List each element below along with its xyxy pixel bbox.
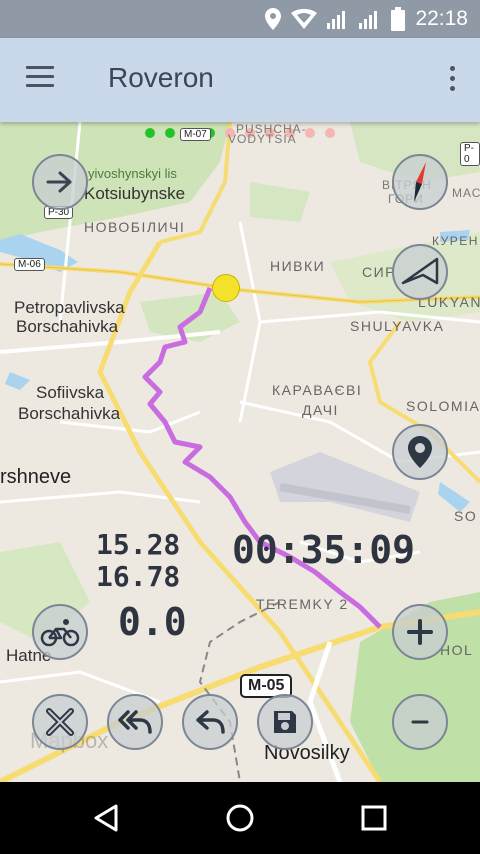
map-label-nyvky: НИВКИ bbox=[270, 258, 326, 274]
distance-readout: 15.28 bbox=[96, 528, 181, 561]
undo-all-button[interactable] bbox=[107, 694, 163, 750]
app-title: Roveron bbox=[108, 62, 214, 93]
home-circle-icon[interactable] bbox=[222, 800, 258, 836]
save-button[interactable] bbox=[257, 694, 313, 750]
map-label-dachi: ДАЧІ bbox=[302, 402, 339, 418]
location-icon bbox=[265, 8, 282, 30]
map-label-petropavlivska: Petropavlivska bbox=[14, 298, 125, 317]
compass-icon bbox=[414, 162, 426, 202]
map-label-novobilychi: НОВОБІЛИЧІ bbox=[84, 219, 186, 235]
clear-track-button[interactable] bbox=[32, 694, 88, 750]
follow-button[interactable] bbox=[32, 154, 88, 210]
road-shield-p0: P-0 bbox=[460, 142, 480, 166]
wifi-icon bbox=[291, 9, 318, 29]
app-bar: Roveron bbox=[0, 38, 480, 122]
map-label-syr: СИР bbox=[362, 264, 397, 280]
map-label-so: SO bbox=[454, 508, 478, 524]
clear-track-icon bbox=[46, 708, 74, 736]
navigate-button[interactable] bbox=[392, 244, 448, 300]
system-navigation-bar bbox=[0, 782, 480, 854]
recents-square-icon[interactable] bbox=[356, 800, 392, 836]
map-label-mas: МАС bbox=[452, 186, 480, 200]
undo-button[interactable] bbox=[182, 694, 238, 750]
hamburger-menu-icon[interactable] bbox=[26, 66, 58, 94]
map-label-shulyavka: SHULYAVKA bbox=[350, 318, 445, 334]
status-bar: 22:18 bbox=[0, 0, 480, 38]
navigation-arrow-icon bbox=[401, 257, 439, 285]
status-time: 22:18 bbox=[415, 7, 468, 30]
speed-readout: 0.0 bbox=[118, 600, 187, 644]
location-pin-icon bbox=[408, 436, 432, 468]
map-label-solomia: SOLOMIA bbox=[406, 398, 480, 414]
map-label-borschahivka-1: Borschahivka bbox=[16, 317, 119, 336]
map-label-teremky: TEREMKY 2 bbox=[256, 596, 349, 612]
arrow-right-icon bbox=[46, 171, 72, 193]
zoom-out-button[interactable] bbox=[392, 694, 448, 750]
road-shield-m07: M-07 bbox=[180, 128, 211, 141]
signal-icon bbox=[327, 11, 346, 29]
bicycle-icon bbox=[40, 619, 80, 647]
map-view[interactable]: PUSHCHA- VODYTSIA yivoshynskyi lis Kotsi… bbox=[0, 122, 480, 782]
zoom-in-button[interactable] bbox=[392, 604, 448, 660]
map-label-sofiivska: Sofiivska bbox=[36, 383, 105, 402]
map-label-vodytsia: VODYTSIA bbox=[228, 132, 297, 146]
more-vert-icon[interactable] bbox=[446, 66, 458, 96]
map-label-kotsiubynske: Kotsiubynske bbox=[84, 184, 186, 203]
map-label-kureni: КУРЕНІ bbox=[432, 234, 480, 248]
minus-icon bbox=[411, 720, 429, 724]
status-icons: 22:18 bbox=[265, 7, 468, 31]
back-triangle-icon[interactable] bbox=[90, 800, 126, 836]
compass-button[interactable] bbox=[392, 154, 448, 210]
activity-type-button[interactable] bbox=[32, 604, 88, 660]
save-icon bbox=[274, 711, 296, 733]
map-label-lis: yivoshynskyi lis bbox=[88, 166, 177, 181]
plus-icon bbox=[407, 619, 433, 645]
distance-readout-2: 16.78 bbox=[96, 560, 181, 593]
map-label-karavaevi: КАРАВАЄВІ bbox=[272, 382, 363, 398]
my-location-button[interactable] bbox=[392, 424, 448, 480]
road-shield-m06: M-06 bbox=[14, 258, 45, 271]
current-position-marker bbox=[212, 274, 240, 302]
signal-icon-2 bbox=[359, 11, 378, 29]
elapsed-time-readout: 00:35:09 bbox=[232, 528, 416, 572]
battery-icon bbox=[391, 7, 406, 31]
map-label-vyshneve: rshneve bbox=[0, 466, 72, 488]
reply-all-icon bbox=[118, 710, 152, 734]
reply-icon bbox=[196, 710, 225, 734]
map-label-borschahivka-2: Borschahivka bbox=[18, 404, 121, 423]
